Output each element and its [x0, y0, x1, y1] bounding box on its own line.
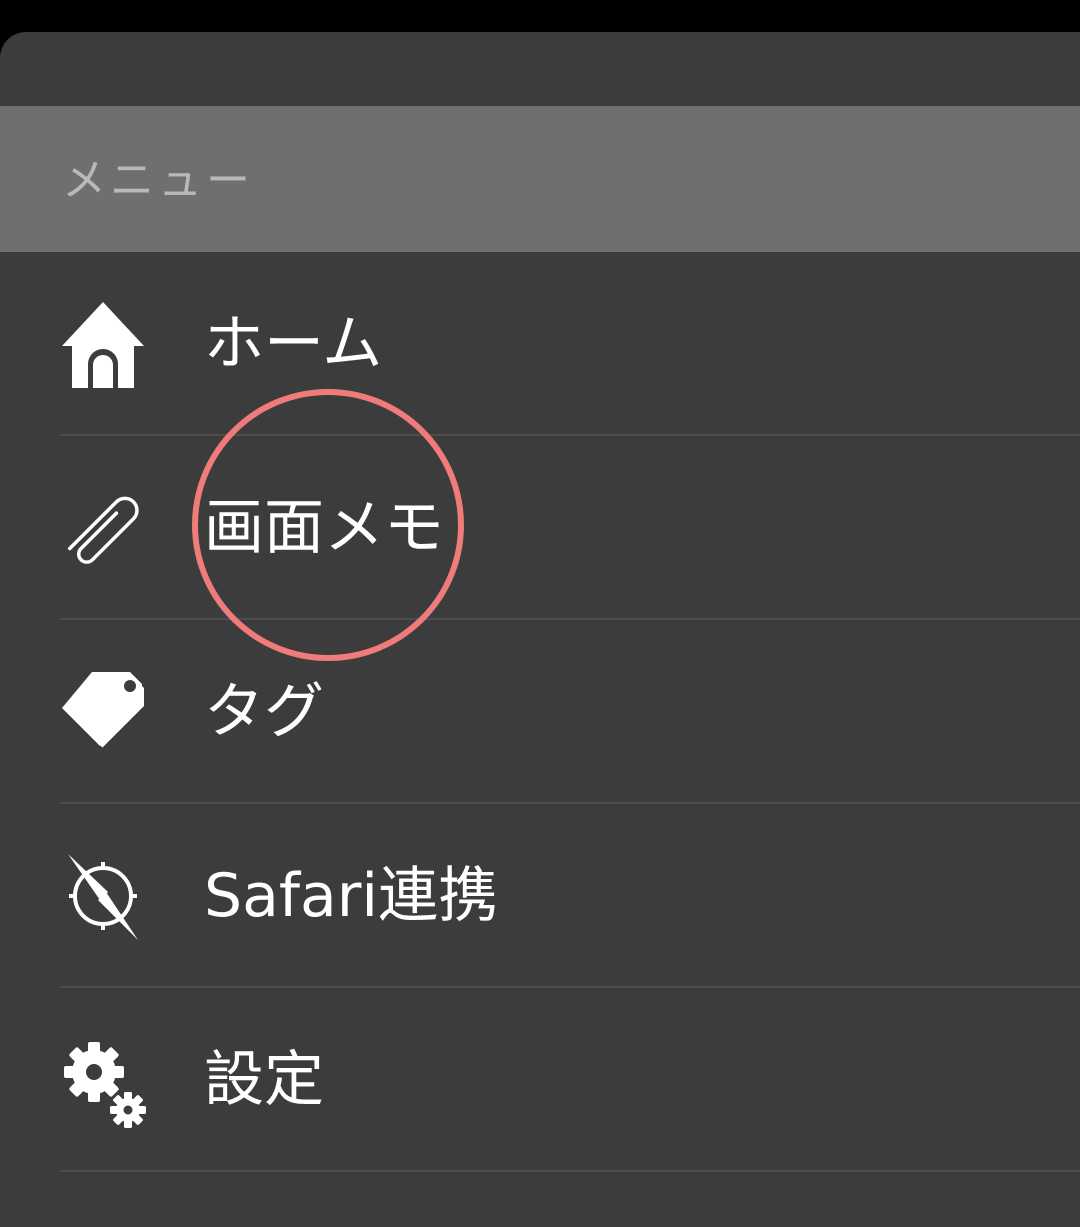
menu-item-settings[interactable]: 設定: [0, 988, 1080, 1172]
app-screen: メニュー ホーム 画面メモ タグ Safari連携 設定: [0, 0, 1080, 1227]
menu-item-home-label: ホーム: [204, 309, 383, 379]
menu-divider: [60, 1170, 1080, 1172]
menu-section-header: メニュー: [0, 106, 1080, 252]
side-menu-panel: メニュー ホーム 画面メモ タグ Safari連携 設定: [0, 32, 1080, 1227]
compass-icon: [58, 846, 148, 946]
menu-item-screen-memo-label: 画面メモ: [204, 493, 444, 563]
menu-header-label: メニュー: [62, 155, 254, 206]
home-icon: [58, 294, 148, 394]
menu-item-safari[interactable]: Safari連携: [0, 804, 1080, 988]
menu-item-settings-label: 設定: [204, 1045, 324, 1115]
menu-item-tag[interactable]: タグ: [0, 620, 1080, 804]
menu-item-screen-memo[interactable]: 画面メモ: [0, 436, 1080, 620]
menu-item-home[interactable]: ホーム: [0, 252, 1080, 436]
menu-item-tag-label: タグ: [204, 677, 324, 747]
tag-icon: [58, 662, 148, 762]
paperclip-icon: [58, 478, 148, 578]
menu-item-safari-label: Safari連携: [204, 861, 499, 931]
gear-icon: [58, 1030, 148, 1130]
